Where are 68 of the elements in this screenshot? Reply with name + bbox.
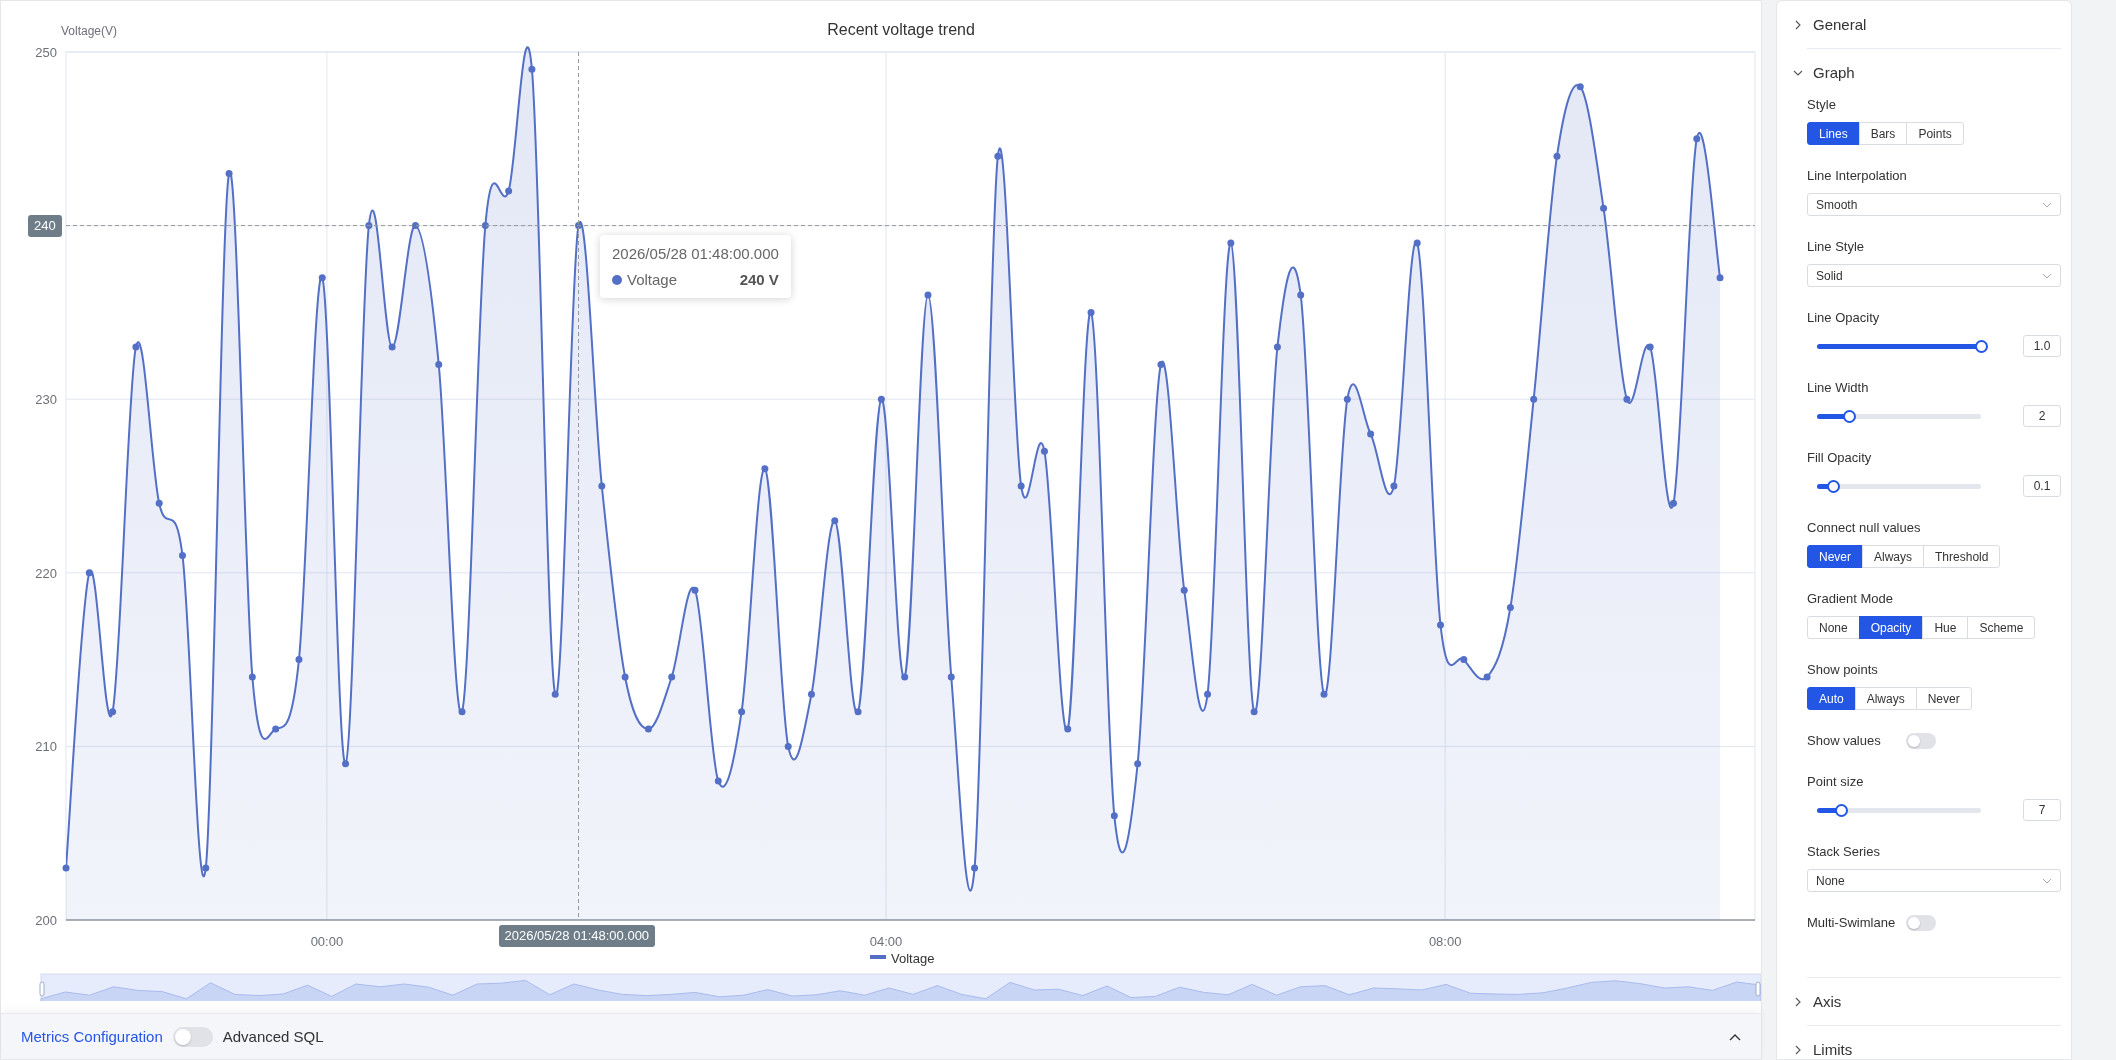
field-label: Connect null values <box>1807 519 1922 537</box>
x-tick-label: 00:00 <box>310 934 344 949</box>
chevron-down-icon <box>2042 201 2052 208</box>
number-input[interactable]: 7 <box>2023 799 2061 821</box>
chevron-down-icon <box>2042 877 2052 884</box>
chevron-icon <box>1793 19 1803 30</box>
x-tick-label: 08:00 <box>1428 934 1462 949</box>
segment-option[interactable]: Threshold <box>1923 545 2001 568</box>
select-field[interactable]: None <box>1807 869 2061 892</box>
field-label: Line Width <box>1807 379 1870 397</box>
field-label: Fill Opacity <box>1807 449 1873 467</box>
number-input[interactable]: 2 <box>2023 405 2061 427</box>
y-tick-label: 210 <box>35 739 57 755</box>
field-label: Line Style <box>1807 238 1866 256</box>
field-label: Style <box>1807 96 1837 114</box>
slider-thumb[interactable] <box>1843 409 1857 423</box>
zoom-handle[interactable] <box>1755 981 1761 997</box>
segment-option[interactable]: Points <box>1906 122 1964 145</box>
field-label: Line Interpolation <box>1807 167 1908 185</box>
chevron-up-icon[interactable] <box>1729 1032 1741 1041</box>
segment-option[interactable]: Auto <box>1807 687 1856 710</box>
select-field[interactable]: Smooth <box>1807 193 2061 216</box>
field-label: Show points <box>1807 661 1879 679</box>
segment-option[interactable]: Never <box>1915 687 1972 710</box>
advanced-sql-toggle[interactable] <box>172 1026 213 1047</box>
y-pointer-label: 240 <box>28 214 62 237</box>
y-tick-label: 230 <box>35 392 57 408</box>
segment-option[interactable]: Lines <box>1807 122 1860 145</box>
segment-option[interactable]: Scheme <box>1967 616 2036 639</box>
toggle-switch[interactable] <box>1906 733 1936 749</box>
field-label: Gradient Mode <box>1807 590 1894 608</box>
y-tick-label: 220 <box>35 565 57 581</box>
legend-swatch[interactable] <box>870 955 886 959</box>
segment-option[interactable]: None <box>1807 616 1860 639</box>
slider-thumb[interactable] <box>1835 803 1849 817</box>
segment-option[interactable]: Bars <box>1858 122 1908 145</box>
number-input[interactable]: 0.1 <box>2023 475 2061 497</box>
y-tick-label: 250 <box>35 45 57 60</box>
toggle-switch[interactable] <box>1906 915 1936 931</box>
section-header[interactable]: Limits <box>1793 1026 2061 1059</box>
section-header[interactable]: Graph <box>1793 49 2061 96</box>
x-pointer-label: 2026/05/28 01:48:00.000 <box>498 925 656 947</box>
legend-label[interactable]: Voltage <box>891 951 935 966</box>
field-label: Show values <box>1807 732 1882 750</box>
y-axis-label: Voltage(V) <box>61 24 118 38</box>
segment-option[interactable]: Opacity <box>1858 616 1924 639</box>
segment-option[interactable]: Always <box>1862 545 1925 568</box>
section-header[interactable]: General <box>1793 1 2061 48</box>
chevron-icon <box>1793 996 1803 1007</box>
field-label: Stack Series <box>1807 843 1881 861</box>
chevron-icon <box>1793 1044 1803 1055</box>
zoom-handle[interactable] <box>39 981 45 997</box>
y-tick-label: 200 <box>35 913 57 928</box>
chart-title: Recent voltage trend <box>827 21 975 38</box>
field-label: Line Opacity <box>1807 309 1881 327</box>
select-field[interactable]: Solid <box>1807 264 2061 287</box>
segment-option[interactable]: Always <box>1854 687 1917 710</box>
section-header[interactable]: Axis <box>1793 978 2061 1025</box>
chevron-down-icon <box>2042 272 2052 279</box>
segment-option[interactable]: Hue <box>1922 616 1969 639</box>
segment-option[interactable]: Never <box>1807 545 1863 568</box>
number-input[interactable]: 1.0 <box>2023 335 2061 357</box>
toggle-label: Advanced SQL <box>222 1028 324 1045</box>
metrics-configuration-link[interactable]: Metrics Configuration <box>21 1028 163 1045</box>
field-label: Point size <box>1807 773 1865 791</box>
slider-thumb[interactable] <box>1826 479 1840 493</box>
x-tick-label: 04:00 <box>869 934 903 949</box>
slider-thumb[interactable] <box>1974 339 1988 353</box>
